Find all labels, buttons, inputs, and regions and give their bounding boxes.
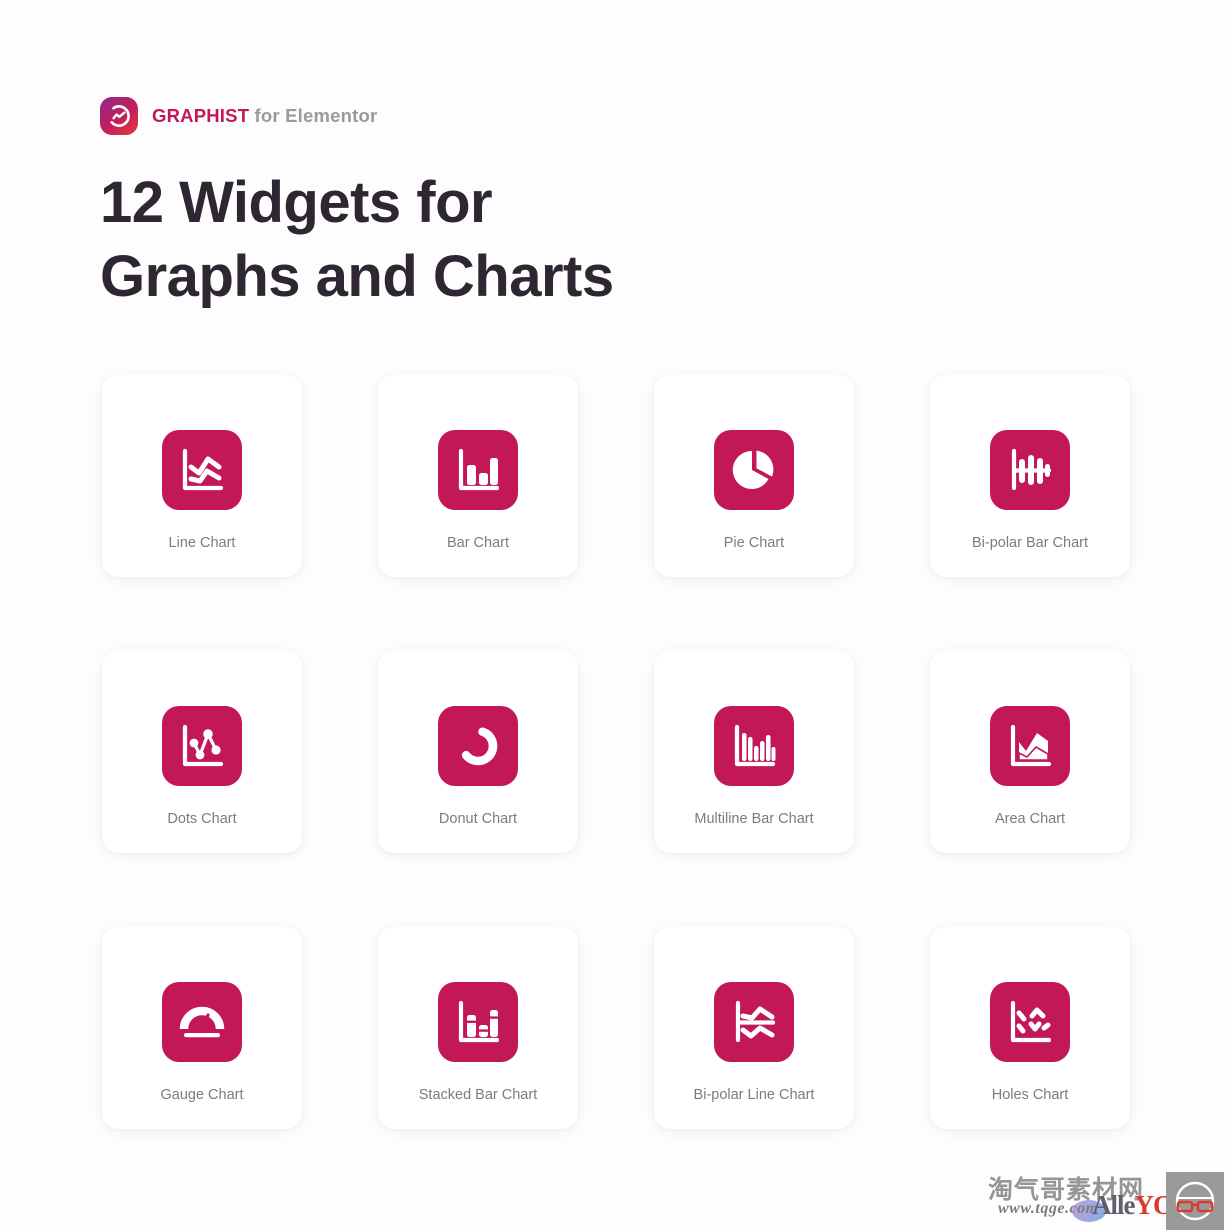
brand-header: GRAPHIST for Elementor (100, 96, 377, 136)
widget-card-label: Holes Chart (991, 1087, 1069, 1103)
holes-chart-icon (990, 982, 1070, 1062)
widget-card-label: Stacked Bar Chart (418, 1087, 538, 1103)
dots-chart-icon (162, 706, 242, 786)
stacked-bar-chart-icon (438, 982, 518, 1062)
widget-card-label: Gauge Chart (160, 1087, 244, 1103)
widget-card-bipolar-line-chart[interactable]: Bi-polar Line Chart (654, 927, 854, 1129)
graphist-logo-icon (100, 97, 138, 135)
widget-card-holes-chart[interactable]: Holes Chart (930, 927, 1130, 1129)
page-title-line-1: 12 Widgets for (100, 170, 493, 235)
donut-chart-icon (438, 706, 518, 786)
gauge-chart-icon (162, 982, 242, 1062)
multiline-bar-chart-icon (714, 706, 794, 786)
brand-suffix: for Elementor (249, 105, 378, 126)
widget-card-label: Area Chart (994, 811, 1066, 827)
widget-card-label: Bar Chart (446, 535, 510, 551)
widget-card-bar-chart[interactable]: Bar Chart (378, 375, 578, 577)
widget-card-label: Line Chart (168, 535, 236, 551)
widget-card-line-chart[interactable]: Line Chart (102, 375, 302, 577)
bipolar-bar-chart-icon (990, 430, 1070, 510)
widget-card-multiline-bar-chart[interactable]: Multiline Bar Chart (654, 651, 854, 853)
widget-card-label: Pie Chart (723, 535, 785, 551)
bar-chart-icon (438, 430, 518, 510)
widget-card-stacked-bar-chart[interactable]: Stacked Bar Chart (378, 927, 578, 1129)
brand-title: GRAPHIST for Elementor (152, 105, 377, 127)
pie-chart-icon (714, 430, 794, 510)
area-chart-icon (990, 706, 1070, 786)
widget-card-label: Bi-polar Bar Chart (971, 535, 1089, 551)
line-chart-icon (162, 430, 242, 510)
widget-card-bipolar-bar-chart[interactable]: Bi-polar Bar Chart (930, 375, 1130, 577)
page-title: 12 Widgets for Graphs and Charts (100, 166, 860, 314)
bipolar-line-chart-icon (714, 982, 794, 1062)
widget-grid: Line Chart Bar Chart Pie Chart Bi-polar … (102, 375, 1130, 1129)
widget-card-label: Donut Chart (438, 811, 518, 827)
widget-card-gauge-chart[interactable]: Gauge Chart (102, 927, 302, 1129)
widget-card-dots-chart[interactable]: Dots Chart (102, 651, 302, 853)
page-title-line-2: Graphs and Charts (100, 244, 614, 309)
brand-name: GRAPHIST (152, 105, 250, 126)
widget-card-area-chart[interactable]: Area Chart (930, 651, 1130, 853)
widget-card-label: Bi-polar Line Chart (693, 1087, 815, 1103)
widget-card-pie-chart[interactable]: Pie Chart (654, 375, 854, 577)
widget-card-donut-chart[interactable]: Donut Chart (378, 651, 578, 853)
widget-card-label: Dots Chart (167, 811, 237, 827)
widget-card-label: Multiline Bar Chart (694, 811, 814, 827)
